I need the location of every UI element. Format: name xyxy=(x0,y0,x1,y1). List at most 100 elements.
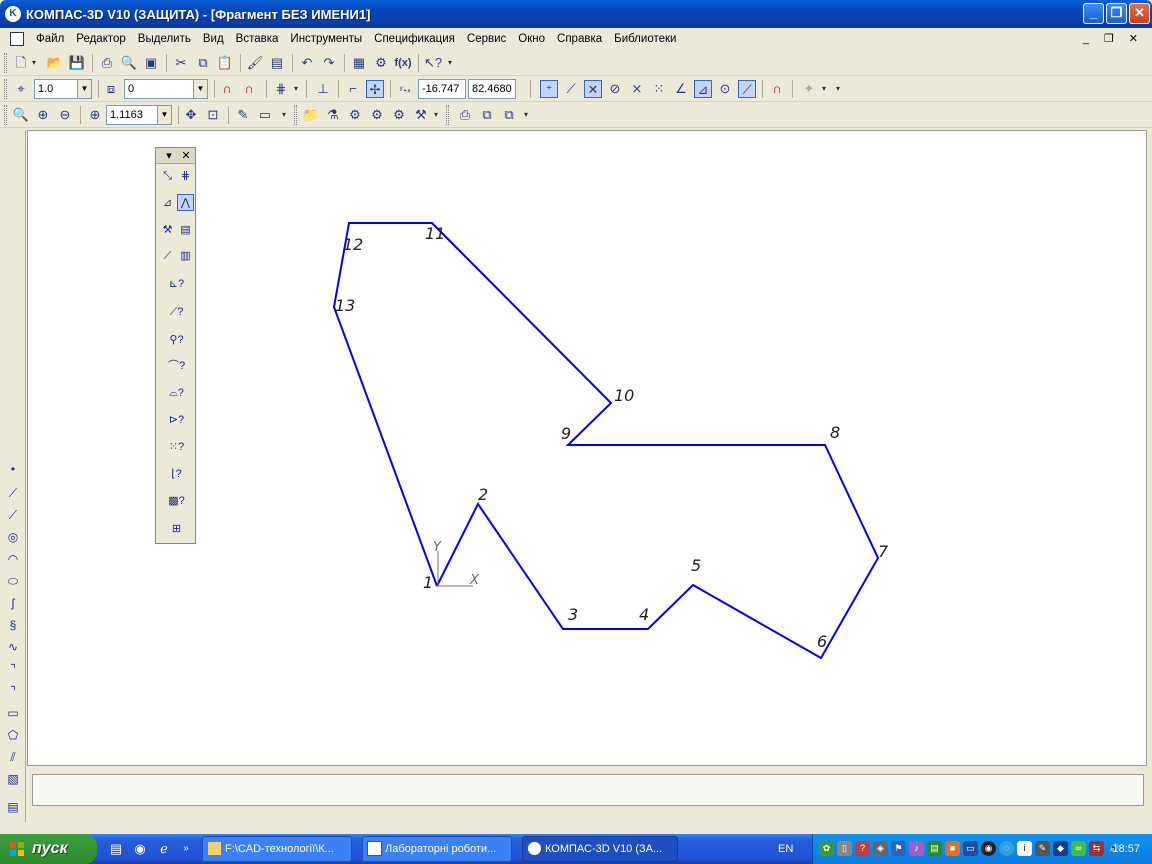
library-icon[interactable]: 📁 xyxy=(302,106,320,124)
toolbar-options-icon[interactable]: ▾ xyxy=(434,110,438,119)
toolbar-options-icon[interactable]: ▾ xyxy=(524,110,528,119)
zoom-in-icon[interactable]: ⊕ xyxy=(34,106,52,124)
arc-tool-icon[interactable]: ◠ xyxy=(4,550,22,568)
menu-tools[interactable]: Инструменты xyxy=(284,33,368,45)
menu-window[interactable]: Окно xyxy=(512,33,551,45)
menu-insert[interactable]: Вставка xyxy=(230,33,285,45)
save-icon[interactable]: 💾 xyxy=(68,54,86,72)
hatch-tool-icon[interactable]: ⫽ xyxy=(4,748,22,766)
snap-nearest-point-icon[interactable]: ⁺ xyxy=(540,80,558,98)
chevron-down-icon[interactable]: ▾ xyxy=(162,148,176,164)
snap-center-icon[interactable]: ⊘ xyxy=(606,80,624,98)
snap-settings-magnet-icon[interactable]: ∩ xyxy=(768,80,786,98)
tray-updates-icon[interactable]: ∞ xyxy=(1071,841,1086,856)
layer-icon[interactable]: ⧈ xyxy=(102,80,120,98)
point-tool-icon[interactable]: • xyxy=(4,460,22,478)
variables-icon[interactable]: ⚙ xyxy=(372,54,390,72)
menu-service[interactable]: Сервис xyxy=(461,33,512,45)
ellipse-tool-icon[interactable]: ⬭ xyxy=(4,572,22,590)
display-icon[interactable]: ▭ xyxy=(256,106,274,124)
chevron-down-icon[interactable]: ▼ xyxy=(193,80,207,98)
toolbar-options-icon[interactable]: ▾ xyxy=(448,58,452,67)
measure-distance-icon[interactable]: ⊾? xyxy=(168,276,185,293)
zoom-out-icon[interactable]: ⊖ xyxy=(56,106,74,124)
nurbs-tool-icon[interactable]: § xyxy=(4,616,22,634)
properties-icon[interactable]: ▤ xyxy=(268,54,286,72)
menu-specification[interactable]: Спецификация xyxy=(368,33,461,45)
tray-safe-remove-icon[interactable]: ⇆ xyxy=(1089,841,1104,856)
step-cursor-icon[interactable]: ⌖ xyxy=(12,80,30,98)
spline-tool-icon[interactable]: ʃ xyxy=(4,594,22,612)
library-tools-icon[interactable]: ⚒ xyxy=(412,106,430,124)
show-all-icon[interactable]: ⊡ xyxy=(204,106,222,124)
show-desktop-icon[interactable]: ▤ xyxy=(108,841,124,857)
browser-icon[interactable]: ◉ xyxy=(132,841,148,857)
aux-line-tool-icon[interactable]: ⟋ xyxy=(4,484,22,502)
chevron-down-icon[interactable]: ▾ xyxy=(822,84,826,93)
open-icon[interactable]: 📂 xyxy=(46,54,64,72)
polygon-tool-icon[interactable]: ⬠ xyxy=(4,726,22,744)
library-2-icon[interactable]: ⚙ xyxy=(346,106,364,124)
fillet-tool-icon[interactable]: ⌝ xyxy=(4,682,22,700)
taskbar-item-word[interactable]: Лабораторні роботи... xyxy=(362,836,512,862)
print-icon[interactable]: ⎙ xyxy=(98,54,116,72)
snap-point-on-curve-icon[interactable]: ⊙ xyxy=(716,80,734,98)
view-settings-icon[interactable]: ⧉ xyxy=(500,106,518,124)
measure-angle-icon[interactable]: ⚲? xyxy=(168,332,185,349)
measure-perimeter-icon[interactable]: ⁙? xyxy=(168,439,185,456)
tray-app-icon[interactable]: ♪ xyxy=(909,841,924,856)
polyline-contour[interactable] xyxy=(332,222,880,660)
fx-icon[interactable]: f(x) xyxy=(394,54,412,72)
dimensions-icon[interactable]: ⊿ xyxy=(159,195,176,212)
tray-hardware-icon[interactable]: ▯ xyxy=(837,841,852,856)
snap-magnet-icon[interactable]: ∩ xyxy=(240,80,258,98)
menu-libraries[interactable]: Библиотеки xyxy=(608,33,682,45)
new-icon[interactable]: 🗋 xyxy=(12,54,30,72)
magnet-icon[interactable]: ∩ xyxy=(218,80,236,98)
circle-tool-icon[interactable]: ◎ xyxy=(4,528,22,546)
geometry-icon[interactable]: ⤡ xyxy=(159,168,176,185)
toolbar-grip[interactable] xyxy=(446,105,449,125)
measure-curve-icon[interactable]: ⌒? xyxy=(168,358,185,375)
tray-notes-icon[interactable]: ▤ xyxy=(927,841,942,856)
library-4-icon[interactable]: ⚙ xyxy=(390,106,408,124)
internet-explorer-icon[interactable]: ℯ xyxy=(156,841,172,857)
minimize-button[interactable]: _ xyxy=(1083,3,1104,24)
zoom-window-icon[interactable]: 🔍 xyxy=(12,106,30,124)
cursor-x-field[interactable]: -16.747 xyxy=(418,79,466,99)
tray-orange-icon[interactable]: ■ xyxy=(945,841,960,856)
menu-help[interactable]: Справка xyxy=(551,33,608,45)
measure-area-icon[interactable]: ⌊? xyxy=(168,466,185,483)
drawing-svg[interactable]: Y X 123 45678910111213 xyxy=(28,131,1148,767)
toolbar-grip[interactable] xyxy=(294,105,297,125)
measure-mass-icon[interactable]: ▩? xyxy=(168,493,185,510)
snap-angle-icon[interactable]: ∠ xyxy=(672,80,690,98)
copy-icon[interactable]: ⧉ xyxy=(194,54,212,72)
measure-length-icon[interactable]: ⊳? xyxy=(168,412,185,429)
measure-point-icon[interactable]: ⟋? xyxy=(168,304,185,321)
designations-icon[interactable]: ⋀ xyxy=(177,194,194,211)
menu-file[interactable]: Файл xyxy=(30,33,70,45)
undo-icon[interactable]: ↶ xyxy=(298,54,316,72)
refresh-icon[interactable]: ✎ xyxy=(234,106,252,124)
mdi-controls[interactable]: _ ❐ ✕ xyxy=(1083,32,1144,45)
tray-network-icon[interactable]: ◌ xyxy=(999,841,1014,856)
cursor-y-field[interactable]: 82.4680 xyxy=(468,79,516,99)
measure-report-icon[interactable]: ⊞ xyxy=(168,521,185,538)
snap-normal-icon[interactable]: ⊿ xyxy=(694,80,712,98)
panel-switch-icon[interactable]: ▧ xyxy=(4,770,22,788)
close-icon[interactable]: ✕ xyxy=(179,148,193,164)
local-cs-icon[interactable]: ⊥ xyxy=(314,80,332,98)
tray-flag-icon[interactable]: ⚑ xyxy=(891,841,906,856)
snap-tangent-icon[interactable]: ⟋ xyxy=(562,80,580,98)
snap-intersection-icon[interactable]: ✕ xyxy=(584,80,602,98)
preview-icon[interactable]: 🔍 xyxy=(120,54,138,72)
tray-help-icon[interactable]: ? xyxy=(855,841,870,856)
library-3-icon[interactable]: ⚙ xyxy=(368,106,386,124)
manager-icon[interactable]: ▦ xyxy=(350,54,368,72)
restore-button[interactable]: ❐ xyxy=(1106,3,1127,24)
grid-panel-icon[interactable]: ⋕ xyxy=(177,168,194,185)
document-icon[interactable] xyxy=(10,32,24,46)
measure-icon[interactable]: ⟋ xyxy=(159,248,176,265)
measure-arc-icon[interactable]: ⌓? xyxy=(168,385,185,402)
